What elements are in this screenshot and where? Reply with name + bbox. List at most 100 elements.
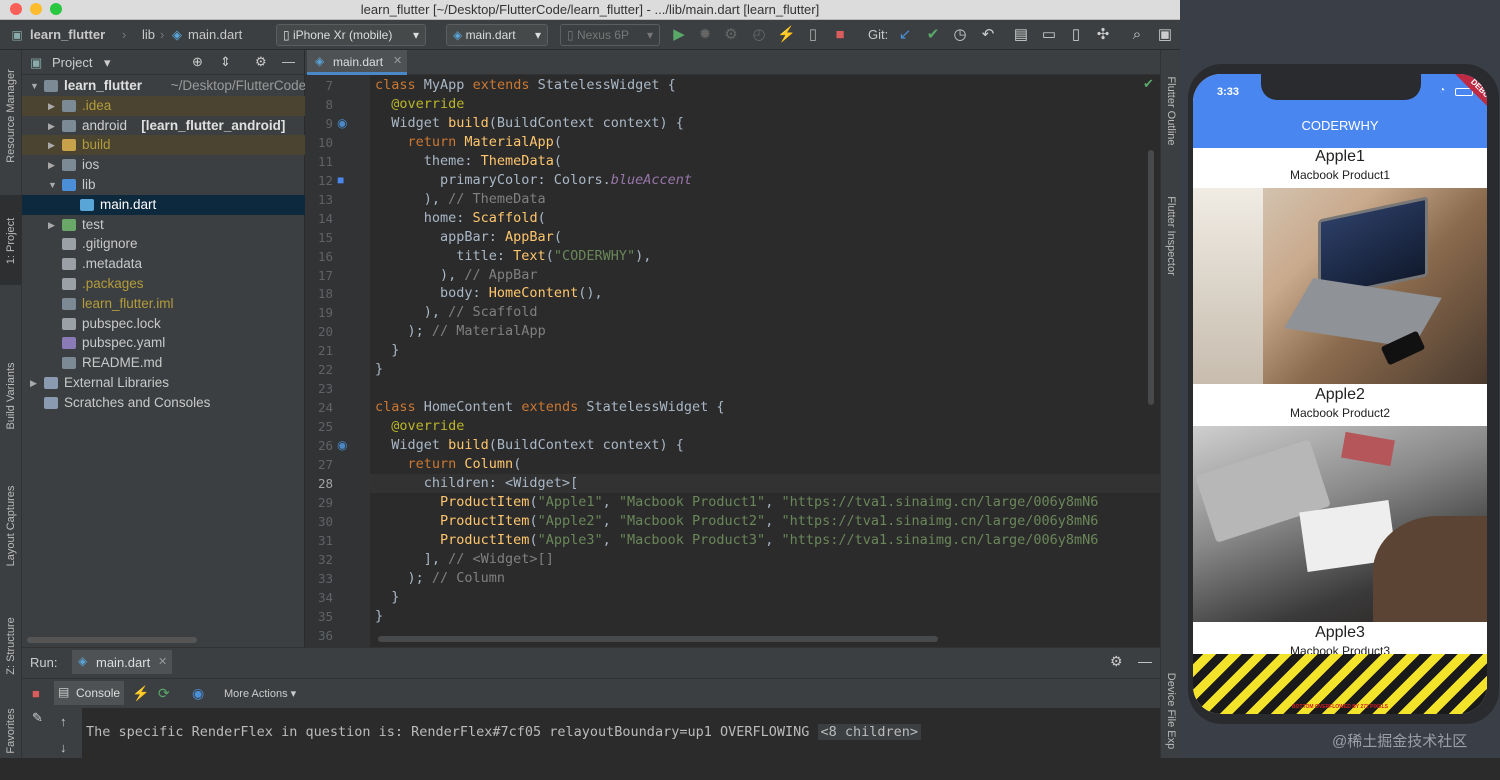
hot-reload-icon[interactable]: ⚡: [132, 685, 149, 702]
profile-icon[interactable]: ◴: [750, 26, 768, 44]
console-output[interactable]: The specific RenderFlex in question is: …: [82, 708, 1160, 759]
stop-icon[interactable]: ■: [831, 26, 849, 44]
project-tree-item[interactable]: ▼ learn_flutter ~/Desktop/FlutterCode/: [22, 76, 310, 96]
tab-favorites[interactable]: Favorites: [0, 700, 22, 760]
project-view-selector[interactable]: Project: [52, 55, 92, 70]
run-icon[interactable]: ▶: [670, 26, 688, 44]
project-tree-item[interactable]: Scratches and Consoles: [22, 393, 305, 413]
project-tree-item[interactable]: pubspec.lock: [22, 314, 305, 334]
project-tree-item[interactable]: .metadata: [22, 254, 305, 274]
rollback-icon[interactable]: ↶: [979, 26, 997, 44]
run-tab-main-dart[interactable]: ◈ main.dart ✕: [72, 650, 172, 674]
arrow-up-icon[interactable]: ↑: [60, 714, 67, 729]
project-tree-item[interactable]: learn_flutter.iml: [22, 294, 305, 314]
minimize-window-button[interactable]: [30, 3, 42, 15]
debug-icon[interactable]: ✹: [696, 26, 714, 44]
android-icon[interactable]: ✣: [1094, 26, 1112, 44]
project-tree-item[interactable]: ▶ External Libraries: [22, 373, 305, 393]
tab-flutter-inspector[interactable]: Flutter Inspector: [1161, 180, 1181, 290]
project-tree-item[interactable]: ▶ ios: [22, 155, 305, 175]
pin-icon[interactable]: ✎: [32, 710, 43, 726]
sdk-manager-icon[interactable]: ▭: [1040, 26, 1058, 44]
minimize-panel-icon[interactable]: —: [1138, 653, 1152, 669]
search-icon[interactable]: ⌕: [1128, 26, 1146, 44]
project-structure-icon[interactable]: ▤: [1012, 26, 1030, 44]
stop-icon[interactable]: ■: [32, 686, 40, 701]
app-bar-title: CODERWHY: [1301, 118, 1379, 133]
code-line: ); // MaterialApp: [375, 322, 546, 341]
chevron-right-icon[interactable]: ▶: [30, 373, 37, 393]
chevron-down-icon[interactable]: ▼: [48, 175, 57, 195]
line-number: 35: [317, 608, 333, 624]
code-editor[interactable]: class MyApp extends StatelessWidget { @o…: [370, 75, 1160, 647]
project-tree-item[interactable]: pubspec.yaml: [22, 333, 305, 353]
chevron-right-icon[interactable]: ▶: [48, 135, 55, 155]
tab-project[interactable]: 1: Project: [0, 195, 22, 285]
code-token: "CODERWHY": [553, 247, 636, 264]
project-tree-item[interactable]: README.md: [22, 353, 305, 373]
devtools-icon[interactable]: ◉: [192, 685, 204, 702]
locate-icon[interactable]: ⊕: [192, 54, 203, 70]
product-desc: Macbook Product2: [1289, 406, 1391, 420]
breadcrumb-project[interactable]: learn_flutter: [30, 20, 105, 50]
chevron-down-icon[interactable]: ▼: [30, 76, 39, 96]
vertical-scrollbar[interactable]: [1148, 150, 1154, 405]
chevron-right-icon[interactable]: ▶: [48, 116, 55, 136]
git-update-icon[interactable]: ↙: [896, 26, 914, 44]
hot-restart-icon[interactable]: ▯: [804, 26, 822, 44]
more-actions-button[interactable]: More Actions ▾: [224, 687, 296, 700]
color-swatch-icon[interactable]: ■: [337, 171, 344, 190]
chevron-right-icon[interactable]: ▶: [48, 215, 55, 235]
line-number: 11: [317, 153, 333, 169]
override-marker-icon[interactable]: ◉: [337, 436, 347, 455]
chevron-right-icon[interactable]: ▶: [48, 96, 55, 116]
project-tree-item[interactable]: main.dart: [22, 194, 305, 215]
minimize-panel-icon[interactable]: —: [282, 54, 295, 69]
override-marker-icon[interactable]: ◉: [337, 114, 347, 133]
attach-debugger-icon[interactable]: ⚙: [722, 26, 740, 44]
folder-icon: [62, 159, 76, 172]
project-tree-item[interactable]: ▶ test: [22, 215, 305, 235]
run-configuration-selector[interactable]: ◈ main.dart ▾: [446, 24, 548, 46]
chevron-right-icon[interactable]: ▶: [48, 155, 55, 175]
project-tree-item[interactable]: .packages: [22, 274, 305, 294]
editor-tab-main-dart[interactable]: ◈ main.dart ✕: [307, 50, 407, 75]
tab-flutter-outline[interactable]: Flutter Outline: [1161, 60, 1181, 160]
close-icon[interactable]: ✕: [393, 54, 402, 67]
close-icon[interactable]: ✕: [158, 655, 167, 668]
close-window-button[interactable]: [10, 3, 22, 15]
arrow-down-icon[interactable]: ↓: [60, 740, 67, 755]
breadcrumb-lib[interactable]: lib: [142, 20, 155, 50]
breadcrumb-file[interactable]: main.dart: [188, 20, 242, 50]
gear-icon[interactable]: ⚙: [1110, 653, 1123, 670]
horizontal-scrollbar[interactable]: [27, 637, 197, 643]
gear-icon[interactable]: ⚙: [255, 54, 267, 70]
device-selector[interactable]: ▯ iPhone Xr (mobile) ▾: [276, 24, 426, 46]
editor-gutter: 7 8 9 10 11 12 13 14 15 16 17 18 19 20 21 22 23 24 25 26 27 2…: [305, 75, 370, 647]
project-tree-item[interactable]: .gitignore: [22, 234, 305, 254]
chevron-down-icon[interactable]: ▾: [104, 55, 111, 71]
history-icon[interactable]: ◷: [951, 26, 969, 44]
tab-build-variants[interactable]: Build Variants: [0, 350, 22, 440]
emulator-selector[interactable]: ▯ Nexus 6P ▾: [560, 24, 660, 46]
tab-structure[interactable]: Z: Structure: [0, 610, 22, 690]
file-icon: [62, 278, 76, 290]
project-tree-item[interactable]: ▶ android [learn_flutter_android]: [22, 116, 305, 136]
tab-layout-captures[interactable]: Layout Captures: [0, 470, 22, 580]
line-number: 20: [317, 324, 333, 340]
user-avatar-icon[interactable]: ▣: [1156, 26, 1174, 44]
tab-device-file-explorer[interactable]: Device File Exp: [1161, 660, 1181, 758]
console-tab[interactable]: ▤ Console: [54, 681, 124, 705]
phone-screen[interactable]: 3:33 ◔ DEBUG CODERWHY Apple1 Macbook Pro…: [1193, 74, 1487, 714]
collapse-all-icon[interactable]: ⇕: [220, 54, 231, 70]
hot-restart-icon[interactable]: ⟳: [158, 685, 170, 702]
avd-manager-icon[interactable]: ▯: [1067, 26, 1085, 44]
tab-resource-manager[interactable]: Resource Manager: [0, 69, 22, 170]
hot-reload-icon[interactable]: ⚡: [777, 26, 796, 44]
project-tree-item[interactable]: ▶ .idea: [22, 95, 305, 116]
project-tree-item[interactable]: ▼ lib: [22, 175, 305, 195]
project-tree-item[interactable]: ▶ build: [22, 135, 305, 156]
editor-horizontal-scrollbar[interactable]: [378, 636, 938, 642]
git-commit-icon[interactable]: ✔: [924, 26, 942, 44]
zoom-window-button[interactable]: [50, 3, 62, 15]
